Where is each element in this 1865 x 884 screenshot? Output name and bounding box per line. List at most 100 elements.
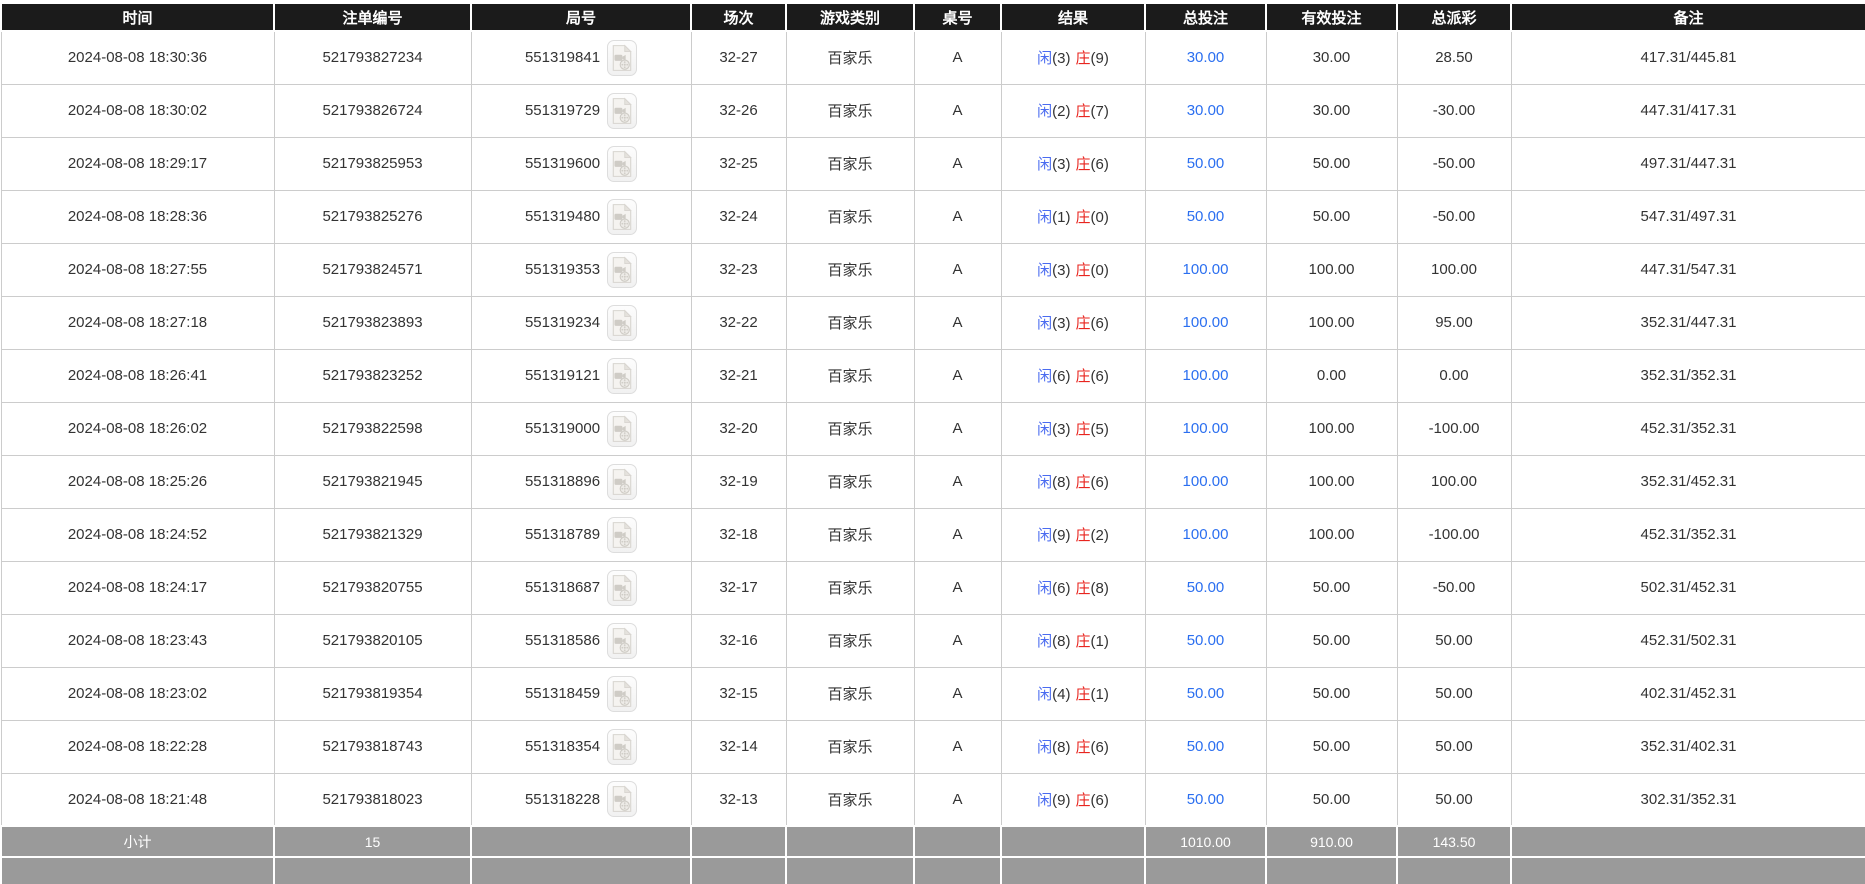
subtotal-empty-round	[471, 826, 691, 857]
cell-game-type: 百家乐	[786, 561, 914, 614]
video-replay-button[interactable]	[607, 464, 637, 500]
subtotal-empty-result	[1001, 826, 1145, 857]
cell-game-type: 百家乐	[786, 349, 914, 402]
video-replay-button[interactable]	[607, 729, 637, 765]
total-bet-link[interactable]: 50.00	[1187, 632, 1225, 649]
table-row: 2024-08-08 18:27:55 521793824571 5513193…	[1, 243, 1865, 296]
result-banker-label: 庄	[1076, 633, 1091, 650]
result-player-label: 闲	[1037, 527, 1052, 544]
video-replay-button[interactable]	[607, 252, 637, 288]
cell-order-no: 521793820755	[274, 561, 471, 614]
video-replay-button[interactable]	[607, 93, 637, 129]
table-row: 2024-08-08 18:30:02 521793826724 5513197…	[1, 84, 1865, 137]
result-banker-label: 庄	[1076, 421, 1091, 438]
column-header-session: 场次	[691, 3, 786, 31]
cell-valid-bet: 100.00	[1266, 455, 1397, 508]
table-header: 时间 注单编号 局号 场次 游戏类别 桌号 结果 总投注 有效投注 总派彩 备注	[1, 3, 1865, 31]
cell-result: 闲(8)庄(6)	[1001, 720, 1145, 773]
cell-total-bet: 50.00	[1145, 667, 1266, 720]
result-player-label: 闲	[1037, 474, 1052, 491]
video-icon	[611, 785, 633, 813]
cell-valid-bet: 50.00	[1266, 561, 1397, 614]
result-player-label: 闲	[1037, 739, 1052, 756]
total-bet-link[interactable]: 50.00	[1187, 155, 1225, 172]
total-bet-link[interactable]: 100.00	[1183, 314, 1229, 331]
cell-round-no: 551318586	[471, 614, 691, 667]
cell-table-no: A	[914, 402, 1001, 455]
total-bet-link[interactable]: 30.00	[1187, 102, 1225, 119]
result-banker-label: 庄	[1076, 474, 1091, 491]
total-bet-link[interactable]: 50.00	[1187, 208, 1225, 225]
cell-total-bet: 100.00	[1145, 296, 1266, 349]
cell-game-type: 百家乐	[786, 190, 914, 243]
cell-game-type: 百家乐	[786, 84, 914, 137]
cell-round-no: 551318354	[471, 720, 691, 773]
result-banker-value: (1)	[1091, 686, 1109, 703]
total-bet-link[interactable]: 50.00	[1187, 738, 1225, 755]
cell-round-no: 551318459	[471, 667, 691, 720]
cell-game-type: 百家乐	[786, 614, 914, 667]
total-bet-link[interactable]: 100.00	[1183, 367, 1229, 384]
video-replay-button[interactable]	[607, 358, 637, 394]
total-bet-link[interactable]: 100.00	[1183, 420, 1229, 437]
cell-result: 闲(9)庄(2)	[1001, 508, 1145, 561]
cell-total-bet: 30.00	[1145, 31, 1266, 84]
total-bet-link[interactable]: 100.00	[1183, 261, 1229, 278]
result-player-value: (3)	[1052, 315, 1070, 332]
cell-time: 2024-08-08 18:23:02	[1, 667, 274, 720]
cell-remark: 417.31/445.81	[1511, 31, 1865, 84]
total-bet-link[interactable]: 100.00	[1183, 526, 1229, 543]
cell-order-no: 521793819354	[274, 667, 471, 720]
cell-valid-bet: 100.00	[1266, 402, 1397, 455]
video-icon	[611, 309, 633, 337]
result-banker-label: 庄	[1076, 209, 1091, 226]
cell-time: 2024-08-08 18:22:28	[1, 720, 274, 773]
result-banker-value: (6)	[1091, 474, 1109, 491]
subtotal-empty-game	[786, 826, 914, 857]
cell-time: 2024-08-08 18:30:36	[1, 31, 274, 84]
subtotal-total-bet: 1010.00	[1145, 826, 1266, 857]
column-header-valid-bet: 有效投注	[1266, 3, 1397, 31]
video-replay-button[interactable]	[607, 40, 637, 76]
cell-total-bet: 50.00	[1145, 614, 1266, 667]
video-replay-button[interactable]	[607, 781, 637, 817]
video-replay-button[interactable]	[607, 199, 637, 235]
cell-session: 32-25	[691, 137, 786, 190]
result-player-label: 闲	[1037, 792, 1052, 809]
round-number: 551318354	[525, 738, 600, 755]
video-replay-button[interactable]	[607, 623, 637, 659]
total-bet-link[interactable]: 50.00	[1187, 579, 1225, 596]
column-header-total-bet: 总投注	[1145, 3, 1266, 31]
video-replay-button[interactable]	[607, 411, 637, 447]
cell-session: 32-19	[691, 455, 786, 508]
video-replay-button[interactable]	[607, 570, 637, 606]
video-replay-button[interactable]	[607, 305, 637, 341]
video-replay-button[interactable]	[607, 517, 637, 553]
cell-order-no: 521793821329	[274, 508, 471, 561]
cell-time: 2024-08-08 18:26:41	[1, 349, 274, 402]
video-icon	[611, 256, 633, 284]
cell-remark: 547.31/497.31	[1511, 190, 1865, 243]
result-banker-label: 庄	[1076, 315, 1091, 332]
cell-remark: 452.31/352.31	[1511, 508, 1865, 561]
cell-session: 32-26	[691, 84, 786, 137]
result-player-value: (6)	[1052, 580, 1070, 597]
cell-order-no: 521793822598	[274, 402, 471, 455]
total-bet-link[interactable]: 50.00	[1187, 791, 1225, 808]
total-bet-link[interactable]: 100.00	[1183, 473, 1229, 490]
cell-remark: 447.31/417.31	[1511, 84, 1865, 137]
video-replay-button[interactable]	[607, 676, 637, 712]
cell-payout: 100.00	[1397, 455, 1511, 508]
cell-payout: 50.00	[1397, 773, 1511, 826]
cell-remark: 452.31/352.31	[1511, 402, 1865, 455]
total-bet-link[interactable]: 30.00	[1187, 49, 1225, 66]
result-banker-value: (6)	[1091, 315, 1109, 332]
cell-result: 闲(1)庄(0)	[1001, 190, 1145, 243]
result-player-label: 闲	[1037, 262, 1052, 279]
video-replay-button[interactable]	[607, 146, 637, 182]
total-bet-link[interactable]: 50.00	[1187, 685, 1225, 702]
cell-total-bet: 50.00	[1145, 137, 1266, 190]
subtotal-label: 小计	[1, 826, 274, 857]
cell-round-no: 551319121	[471, 349, 691, 402]
cell-order-no: 521793823893	[274, 296, 471, 349]
